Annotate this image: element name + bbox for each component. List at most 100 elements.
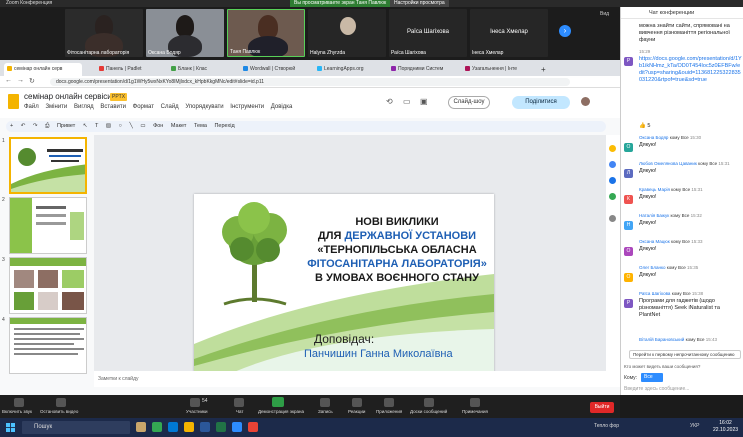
view-options-button[interactable]: Настройки просмотра [390, 0, 449, 7]
slide-thumbnail[interactable] [9, 317, 87, 374]
menu-slide[interactable]: Слайд [161, 104, 179, 110]
browser-tab-active[interactable]: семінар онлайн серв [4, 63, 82, 76]
browser-tab[interactable]: Бланк | Клас [168, 63, 238, 76]
reactions-icon[interactable] [352, 398, 362, 407]
next-participants-icon[interactable]: › [559, 25, 571, 37]
video-tile[interactable]: Оксана Бодяр [146, 9, 224, 57]
forward-icon[interactable]: → [17, 77, 24, 84]
video-button[interactable]: Остановить видео [40, 409, 78, 414]
document-title[interactable]: семінар онлайн сервіси [24, 92, 112, 101]
browser-tab[interactable]: Wordwall | Створюй [240, 63, 312, 76]
maps-icon[interactable] [609, 193, 616, 200]
participants-icon[interactable] [190, 398, 200, 407]
menu-view[interactable]: Вигляд [74, 104, 94, 110]
reactions-button[interactable]: Реакции [348, 409, 365, 414]
language-indicator[interactable]: УКР [690, 423, 699, 429]
apps-button[interactable]: Приложения [376, 409, 402, 414]
chat-link[interactable]: https://docs.google.com/presentation/d/1… [639, 56, 742, 116]
comment-add-icon[interactable]: ▭ [140, 123, 145, 129]
chat-icon[interactable] [234, 398, 244, 407]
record-button[interactable]: Запись [318, 409, 333, 414]
windows-start-icon[interactable] [6, 423, 15, 432]
who-can-see-link[interactable]: Кто может видеть ваши сообщения? [624, 364, 700, 369]
keep-icon[interactable] [609, 145, 616, 152]
notes-icon[interactable] [470, 398, 480, 407]
video-tile[interactable]: Раїса Шагіхова Раїса Шагіхова [389, 9, 467, 57]
jump-to-unread-button[interactable]: Перейти к первому непрочитанному сообщен… [629, 350, 741, 359]
video-tile[interactable]: Halyna Zhyrzda [308, 9, 386, 57]
layout-button[interactable]: Макет [171, 123, 187, 129]
browser-tab[interactable]: Порядними Систем [388, 63, 460, 76]
video-tile[interactable]: Інеса Хмелар Інеса Хмелар [470, 9, 548, 57]
menu-tools[interactable]: Інструменти [230, 104, 264, 110]
mute-button[interactable]: Включить звук [2, 409, 32, 414]
redo-icon[interactable]: ↷ [33, 123, 38, 129]
shape-icon[interactable]: ○ [119, 123, 122, 129]
background-button[interactable]: Фон [153, 123, 163, 129]
reaction-count[interactable]: 👍 5 [624, 121, 742, 130]
edge-icon[interactable] [168, 422, 178, 432]
chat-button[interactable]: Чат [236, 409, 243, 414]
chat-input[interactable]: Введите здесь сообщение... [624, 386, 740, 393]
current-slide[interactable]: НОВІ ВИКЛИКИ ДЛЯ ДЕРЖАВНОЇ УСТАНОВИ «ТЕР… [194, 194, 494, 372]
add-icon[interactable]: + [10, 123, 13, 129]
line-icon[interactable]: ╲ [129, 123, 132, 129]
slide-canvas[interactable]: НОВІ ВИКЛИКИ ДЛЯ ДЕРЖАВНОЇ УСТАНОВИ «ТЕР… [94, 135, 606, 372]
transition-button[interactable]: Перехід [214, 123, 234, 129]
avatar[interactable] [581, 97, 590, 106]
browser-tab[interactable]: Панель | Padlet [96, 63, 166, 76]
excel-icon[interactable] [216, 422, 226, 432]
url-field[interactable]: docs.google.com/presentation/d/1g1WHy5wx… [50, 78, 570, 86]
undo-icon[interactable]: ↶ [21, 123, 26, 129]
slide-thumbnail[interactable] [9, 137, 87, 194]
contacts-icon[interactable] [609, 177, 616, 184]
whiteboard-button[interactable]: Доски сообщений [410, 409, 447, 414]
app-icon[interactable] [248, 422, 258, 432]
chrome-icon[interactable] [152, 422, 162, 432]
new-tab-icon[interactable]: + [538, 63, 548, 76]
share-screen-icon[interactable] [272, 397, 284, 407]
back-icon[interactable]: ← [5, 77, 12, 84]
record-icon[interactable] [320, 398, 330, 407]
zoom-icon[interactable] [232, 422, 242, 432]
leave-button[interactable]: Выйти [590, 402, 614, 413]
mic-icon[interactable] [14, 398, 24, 407]
slides-logo-icon[interactable] [8, 94, 19, 109]
apps-icon[interactable] [384, 398, 394, 407]
slide-thumbnail[interactable] [9, 197, 87, 254]
taskbar-search[interactable]: Пошук [22, 421, 130, 434]
tasks-icon[interactable] [609, 161, 616, 168]
slide-thumbnail[interactable] [9, 257, 87, 314]
theme-button[interactable]: Тема [194, 123, 207, 129]
video-tile[interactable]: Фітосанітарна лабораторія [65, 9, 143, 57]
textbox-icon[interactable]: T [95, 123, 98, 129]
menu-help[interactable]: Довідка [271, 104, 293, 110]
menu-file[interactable]: Файл [24, 104, 39, 110]
print-icon[interactable]: ⎙ [45, 123, 49, 129]
video-tile-active-speaker[interactable]: Таня Павлюк [227, 9, 305, 57]
whiteboard-icon[interactable] [424, 398, 434, 407]
camera-icon[interactable]: ▣ [420, 97, 428, 106]
share-screen-button[interactable]: Демонстрация экрана [258, 409, 304, 414]
speaker-notes[interactable]: Заметки к слайду [94, 371, 606, 387]
word-icon[interactable] [200, 422, 210, 432]
video-icon[interactable] [56, 398, 66, 407]
comment-icon[interactable]: ▭ [403, 97, 411, 106]
menu-arrange[interactable]: Упорядкувати [185, 104, 223, 110]
menu-format[interactable]: Формат [133, 104, 154, 110]
clock[interactable]: 16:02 22.10.2023 [713, 420, 738, 434]
widget-icon[interactable] [136, 422, 146, 432]
menu-edit[interactable]: Змінити [45, 104, 67, 110]
reload-icon[interactable]: ↻ [29, 77, 35, 85]
view-button[interactable]: Вид [600, 11, 609, 17]
zoom-dropdown[interactable]: Привет [57, 123, 75, 129]
explorer-icon[interactable] [184, 422, 194, 432]
add-icon[interactable] [609, 215, 616, 222]
history-icon[interactable]: ⟲ [386, 97, 393, 106]
browser-tab[interactable]: Узагальнення | Інте [462, 63, 534, 76]
share-button[interactable]: Поділитися [512, 96, 570, 109]
select-icon[interactable]: ↖ [83, 123, 88, 129]
participants-button[interactable]: Участники [186, 409, 208, 414]
slideshow-button[interactable]: Слайд-шоу [448, 96, 490, 109]
menu-insert[interactable]: Вставити [100, 104, 126, 110]
